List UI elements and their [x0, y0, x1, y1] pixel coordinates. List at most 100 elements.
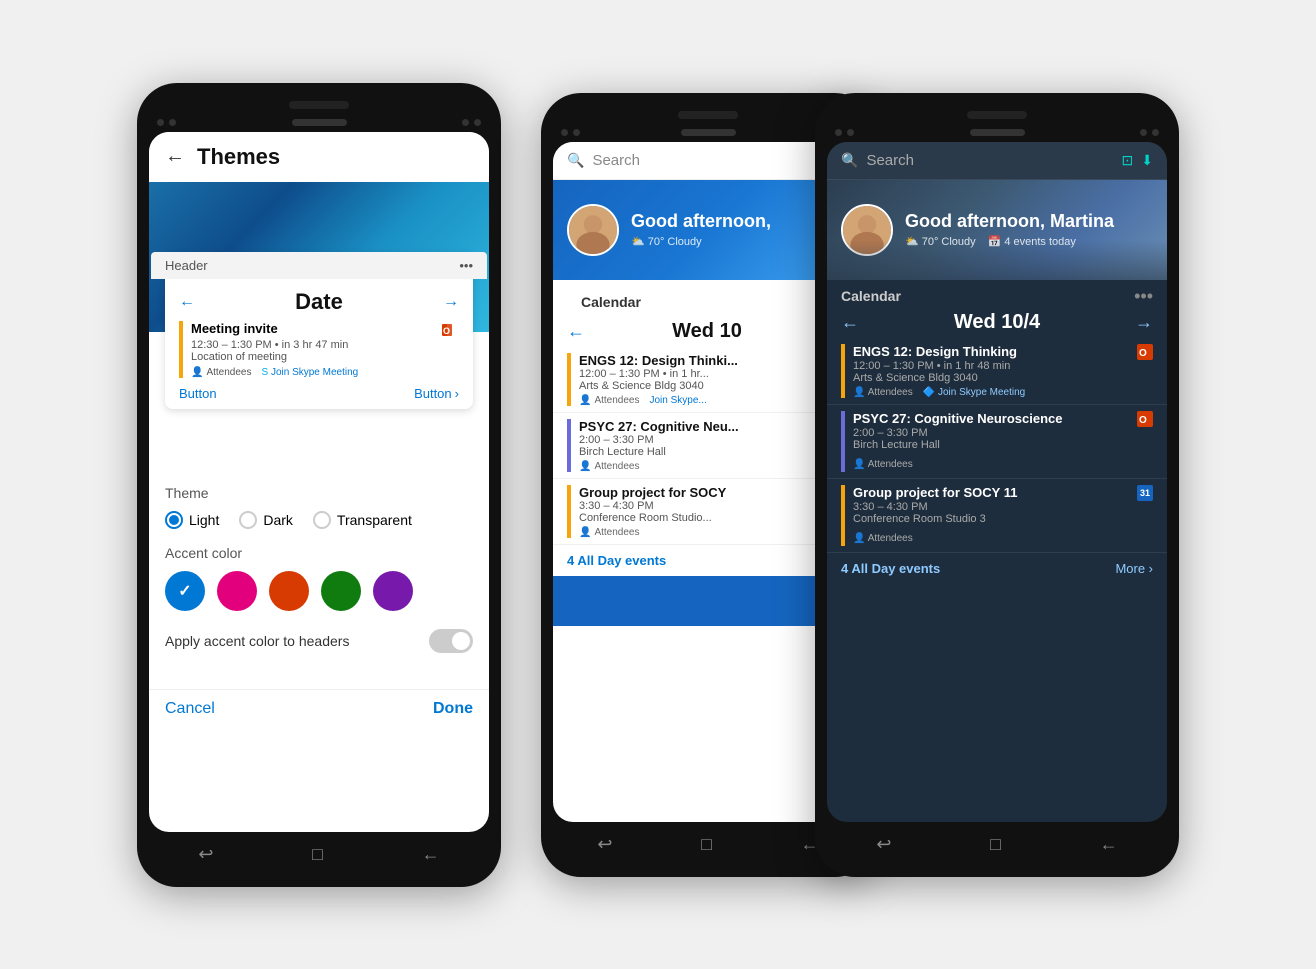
nav-back-icon[interactable]: ↩ — [876, 834, 891, 855]
user-avatar — [567, 204, 619, 256]
weather-info: ⛅ 70° Cloudy — [631, 235, 702, 248]
apply-headers-row: Apply accent color to headers — [165, 629, 473, 653]
meeting-location: Location of meeting — [191, 351, 459, 363]
dark-search-bar: 🔍 Search ⊡ ⬇ — [827, 142, 1167, 180]
greeting-text: Good afternoon, ⛅ 70° Cloudy — [631, 211, 771, 248]
greeting-subtitle: ⛅ 70° Cloudy — [631, 235, 771, 248]
header-label: Header — [165, 258, 208, 273]
nav-home-icon[interactable]: □ — [312, 844, 323, 865]
dark-event-3: Group project for SOCY 11 31 3:30 – 4:30… — [827, 479, 1167, 553]
event-bar-1: ENGS 12: Design Thinki... 12:00 – 1:30 P… — [567, 353, 849, 406]
svg-text:O: O — [1139, 415, 1147, 426]
dark-greeting-section: Good afternoon, Martina ⛅ 70° Cloudy 📅 4… — [827, 180, 1167, 280]
nav-back-icon[interactable]: ↩ — [597, 834, 612, 855]
themes-title: Themes — [197, 144, 280, 170]
prev-date[interactable]: ← — [567, 321, 585, 342]
dark-event-2-loc: Birch Lecture Hall — [853, 439, 1153, 451]
event-3-title: Group project for SOCY — [579, 485, 849, 500]
accent-color-group — [165, 571, 473, 611]
accent-green[interactable] — [321, 571, 361, 611]
phones-right-group: 🔍 Search Good afternoon, — [541, 93, 1179, 877]
event-bar-3: Group project for SOCY 3:30 – 4:30 PM Co… — [567, 485, 849, 538]
dark-event-1-attendees: 👤 Attendees — [853, 387, 913, 398]
dark-event-3-time: 3:30 – 4:30 PM — [853, 501, 1153, 513]
theme-transparent-option[interactable]: Transparent — [313, 511, 412, 529]
accent-pink[interactable] — [217, 571, 257, 611]
svg-text:O: O — [443, 326, 450, 336]
svg-text:O: O — [1139, 348, 1147, 359]
dark-all-day-events[interactable]: 4 All Day events — [841, 561, 940, 576]
nav-recent-icon[interactable]: ← — [422, 844, 440, 865]
transparent-radio[interactable] — [313, 511, 331, 529]
dark-all-day-row: 4 All Day events More › — [827, 553, 1167, 584]
nav-home-icon[interactable]: □ — [990, 834, 1001, 855]
dark-event-3-title: Group project for SOCY 11 — [853, 485, 1017, 500]
dark-next-date[interactable]: → — [1135, 312, 1153, 333]
apply-headers-toggle[interactable] — [429, 629, 473, 653]
nav-recent-icon[interactable]: ← — [1100, 834, 1118, 855]
dark-event-2-title: PSYC 27: Cognitive Neuroscience — [853, 411, 1063, 426]
dark-event-2-attendees: 👤 Attendees — [853, 459, 913, 470]
office-icon-1: O — [1137, 344, 1153, 360]
dark-radio[interactable] — [239, 511, 257, 529]
dark-search-input[interactable]: Search — [866, 152, 1121, 169]
accent-color-label: Accent color — [165, 545, 473, 561]
event-1-loc: Arts & Science Bldg 3040 — [579, 380, 849, 392]
theme-radio-group: Light Dark Transparent — [165, 511, 473, 529]
greeting-title: Good afternoon, — [631, 211, 771, 232]
more-icon[interactable]: ••• — [459, 258, 473, 273]
header-icon-1[interactable]: ⊡ — [1122, 152, 1134, 169]
prev-date-button[interactable]: ← — [179, 293, 195, 311]
nav-home-icon[interactable]: □ — [701, 834, 712, 855]
event-1-time: 12:00 – 1:30 PM • in 1 hr... — [579, 368, 849, 380]
themes-settings-panel: Theme Light Dark Transparent Accent co — [149, 469, 489, 689]
phone-nav-bar: ↩ □ ← — [149, 832, 489, 869]
event-bar-2: PSYC 27: Cognitive Neu... 2:00 – 3:30 PM… — [567, 419, 849, 472]
dark-event-1-title: ENGS 12: Design Thinking — [853, 344, 1017, 359]
accent-blue[interactable] — [165, 571, 205, 611]
dark-calendar-content: Calendar ••• ← Wed 10/4 → ENGS 12: Desig… — [827, 280, 1167, 584]
event-1-skype[interactable]: Join Skype... — [650, 395, 707, 406]
current-date: Wed 10 — [672, 320, 742, 343]
dark-calendar-label: Calendar — [841, 288, 901, 304]
dark-date-nav: ← Wed 10/4 → — [827, 307, 1167, 338]
office-icon: O — [441, 321, 459, 339]
event-1-attendees: 👤 Attendees — [579, 395, 640, 406]
dark-more-menu[interactable]: ••• — [1134, 286, 1153, 307]
light-radio[interactable] — [165, 511, 183, 529]
button-left[interactable]: Button — [179, 386, 217, 401]
search-icon-dark: 🔍 — [841, 152, 858, 169]
themes-app-header: ← Themes — [149, 132, 489, 182]
next-date-button[interactable]: → — [443, 293, 459, 311]
calendar-icon-31: 31 — [1137, 485, 1153, 501]
accent-purple[interactable] — [373, 571, 413, 611]
themes-screen: ← Themes Header ••• ← Date → Meeting inv… — [149, 132, 489, 832]
cancel-button[interactable]: Cancel — [165, 700, 215, 718]
dark-event-2: PSYC 27: Cognitive Neuroscience O 2:00 –… — [827, 405, 1167, 479]
nav-back-icon[interactable]: ↩ — [198, 844, 213, 865]
dark-event-3-attendees: 👤 Attendees — [853, 533, 913, 544]
office-icon-2: O — [1137, 411, 1153, 427]
dark-event-1-time: 12:00 – 1:30 PM • in 1 hr 48 min — [853, 360, 1153, 372]
accent-orange[interactable] — [269, 571, 309, 611]
skype-link[interactable]: S Join Skype Meeting — [262, 367, 359, 378]
dark-event-bar-2: PSYC 27: Cognitive Neuroscience O 2:00 –… — [841, 411, 1153, 472]
theme-dark-option[interactable]: Dark — [239, 511, 293, 529]
search-input[interactable]: Search — [592, 152, 849, 169]
themes-footer: Cancel Done — [149, 689, 489, 728]
button-right[interactable]: Button › — [414, 386, 459, 401]
done-button[interactable]: Done — [433, 700, 473, 718]
avatar-image — [569, 206, 617, 254]
header-icon-2[interactable]: ⬇ — [1141, 152, 1153, 169]
apply-headers-label: Apply accent color to headers — [165, 633, 349, 649]
phone-1-themes: ← Themes Header ••• ← Date → Meeting inv… — [137, 83, 501, 887]
dark-prev-date[interactable]: ← — [841, 312, 859, 333]
back-button[interactable]: ← — [165, 145, 185, 168]
dark-event-1-skype[interactable]: 🔷 Join Skype Meeting — [923, 387, 1026, 398]
dark-event-2-time: 2:00 – 3:30 PM — [853, 427, 1153, 439]
theme-light-option[interactable]: Light — [165, 511, 219, 529]
dark-more-link[interactable]: More › — [1115, 561, 1153, 576]
event-2-attendees: 👤 Attendees — [579, 461, 640, 472]
meeting-title: Meeting invite — [191, 321, 278, 336]
transparent-label: Transparent — [337, 512, 412, 528]
